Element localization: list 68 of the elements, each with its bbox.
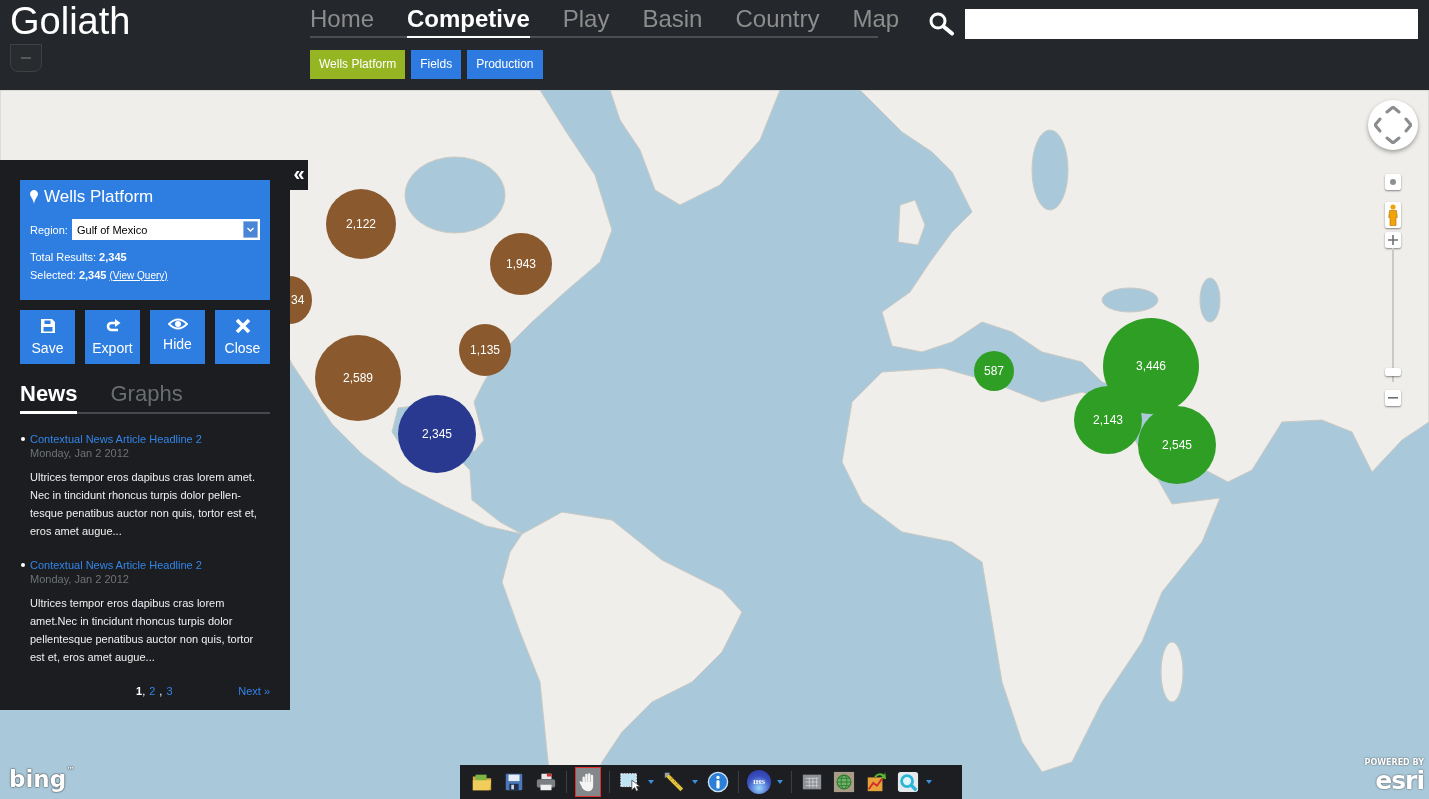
center-button[interactable] — [1385, 174, 1401, 190]
toolbar-button[interactable] — [662, 770, 686, 794]
street-view-button[interactable] — [1385, 202, 1401, 228]
region-select[interactable]: Gulf of Mexico — [72, 219, 260, 240]
nav-tab[interactable]: Competive — [407, 0, 530, 38]
news-date: Monday, Jan 2 2012 — [30, 572, 130, 586]
panel-tab[interactable]: Graphs — [110, 380, 183, 414]
hide-button[interactable]: Hide — [150, 310, 205, 364]
close-button[interactable]: Close — [215, 310, 270, 364]
toolbar-button[interactable] — [618, 770, 642, 794]
nav-tab[interactable]: Home — [310, 0, 375, 38]
subtab-button[interactable]: Fields — [411, 50, 462, 79]
news-summary: Ultrices tempor eros dapibus cras lorem amet. Nec in tincidunt rhoncus turpis dolor pellen-tesque penatibus auctor non quis, tortor est et, eros amet augue... — [30, 470, 258, 539]
esri-logo: esri — [1375, 768, 1424, 794]
chart-icon — [865, 771, 887, 793]
search-field[interactable] — [965, 9, 1418, 39]
view-query-link[interactable]: (View Query) — [109, 267, 168, 285]
search-icon[interactable] — [929, 12, 955, 36]
minus-icon — [1388, 397, 1398, 399]
attribution-caption: POWERED BY — [1364, 758, 1424, 768]
pin-icon — [30, 190, 38, 204]
slider-thumb[interactable] — [1385, 367, 1401, 376]
dot-icon — [1390, 179, 1396, 185]
export-button[interactable]: Export — [85, 310, 140, 364]
redo-arrow-icon — [104, 318, 121, 334]
save-button[interactable]: Save — [20, 310, 75, 364]
news-headline-link[interactable]: Contextual News Article Headline 2 — [30, 432, 202, 446]
info-icon — [707, 771, 729, 793]
close-icon — [234, 318, 251, 334]
chevron-down-icon — [243, 221, 258, 238]
magnifier-icon — [897, 771, 919, 793]
news-headline-link[interactable]: Contextual News Article Headline 2 — [30, 558, 202, 572]
page-separator: , — [142, 684, 146, 698]
nav-tab[interactable]: Play — [562, 0, 610, 38]
subtab-button[interactable]: Production — [467, 50, 543, 79]
nav-tab[interactable]: Basin — [642, 0, 703, 38]
eye-icon — [167, 318, 188, 330]
total-results: Total Results: 2,345 — [30, 250, 128, 265]
toolbar-button[interactable] — [832, 770, 856, 794]
bing-logo: bing$^{™}$ — [9, 766, 75, 792]
app-logo: Goliath — [10, 0, 131, 42]
toolbar-button[interactable] — [896, 770, 920, 794]
page-separator: , — [159, 684, 163, 698]
bullet-icon — [21, 437, 25, 441]
plus-icon — [1388, 235, 1398, 245]
collapse-button[interactable]: « — [290, 160, 308, 190]
news-summary: Ultrices tempor eros dapibus cras lorem amet.Nec in tincidunt rhoncus turpis dolor pellentesque penatibus auctor non quis, tortor est et, eros amet augue... — [30, 596, 255, 665]
panel-title: Wells Platform — [44, 186, 154, 208]
page-link[interactable]: 3 — [166, 684, 173, 698]
next-page-link[interactable]: Next » — [238, 684, 270, 698]
bullet-icon — [21, 563, 25, 567]
globe-tile-icon — [833, 771, 855, 793]
selected-count: Selected: 2,345 — [30, 268, 107, 283]
selection-rectangle-icon — [619, 771, 641, 793]
zoom-out-button[interactable] — [1385, 390, 1401, 406]
page-link[interactable]: 2 — [149, 684, 156, 698]
ruler-icon — [663, 771, 685, 793]
nav-tab[interactable]: Map — [852, 0, 900, 38]
zoom-in-button[interactable] — [1385, 232, 1401, 248]
subtab-button[interactable]: Wells Platform — [310, 50, 406, 79]
minus-icon — [21, 57, 31, 59]
person-icon — [1388, 204, 1398, 226]
printer-icon — [535, 771, 557, 793]
news-date: Monday, Jan 2 2012 — [30, 446, 130, 460]
zoom-slider[interactable] — [1385, 248, 1401, 382]
panel-tab[interactable]: News — [20, 380, 78, 414]
region-label: Region: — [30, 223, 69, 236]
nav-tab[interactable]: Country — [735, 0, 820, 38]
